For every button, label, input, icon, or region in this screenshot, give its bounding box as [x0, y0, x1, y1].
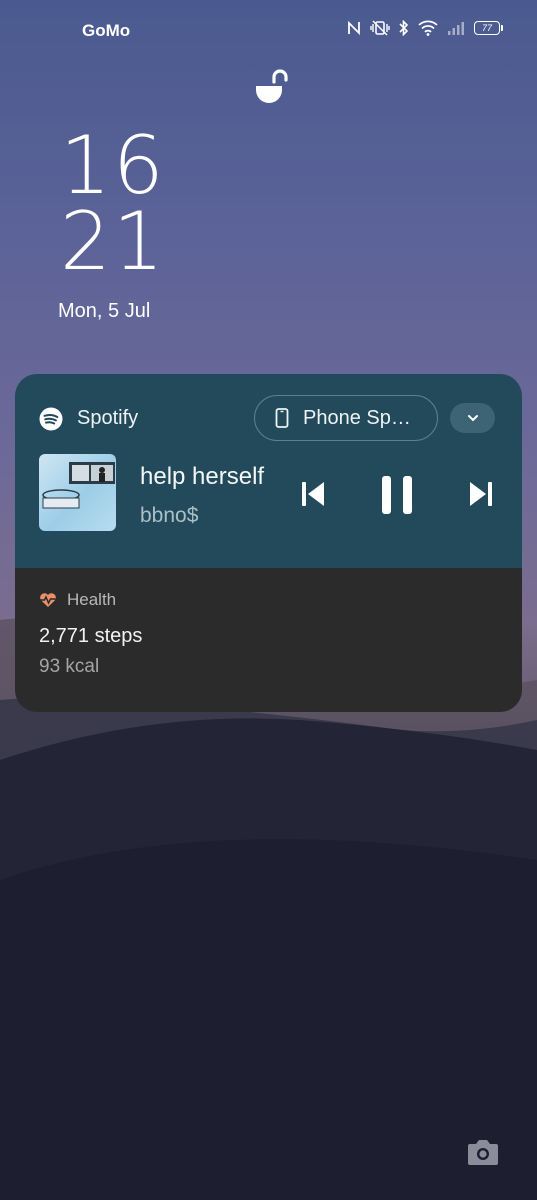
health-widget[interactable]: Health 2,771 steps 93 kcal — [15, 568, 522, 712]
expand-button[interactable] — [450, 403, 495, 433]
spotify-logo-icon — [39, 407, 63, 431]
vibrate-icon — [370, 20, 390, 36]
output-device-label: Phone Sp… — [303, 406, 411, 429]
next-icon[interactable] — [468, 480, 494, 508]
chevron-down-icon — [467, 415, 478, 422]
steps-count: 2,771 steps — [39, 625, 143, 647]
album-art — [39, 454, 116, 531]
bluetooth-icon — [399, 20, 409, 36]
status-bar: GoMo 77 — [0, 0, 537, 60]
carrier-name: GoMo — [82, 21, 131, 40]
media-app-name: Spotify — [77, 407, 139, 429]
unlock-icon[interactable] — [254, 68, 290, 106]
battery-level: 77 — [474, 21, 500, 35]
media-player[interactable]: Spotify Phone Sp… help herself bbno$ — [15, 374, 522, 568]
signal-icon — [448, 22, 464, 35]
notification-card: Spotify Phone Sp… help herself bbno$ Hea… — [15, 374, 522, 712]
battery-icon: 77 — [474, 21, 503, 35]
clock-hour: 16 — [60, 119, 166, 212]
status-icons: 77 — [347, 20, 503, 36]
track-artist: bbno$ — [140, 504, 199, 527]
lockscreen-date: Mon, 5 Jul — [58, 300, 151, 322]
camera-icon[interactable] — [467, 1137, 499, 1167]
nfc-icon — [348, 20, 360, 36]
health-label: Health — [67, 590, 117, 609]
wifi-icon — [418, 20, 438, 36]
calories-count: 93 kcal — [39, 656, 100, 677]
previous-icon[interactable] — [300, 480, 326, 508]
phone-icon — [275, 408, 289, 428]
clock-minute: 21 — [60, 195, 166, 288]
track-title: help herself — [140, 463, 265, 490]
album-art-image — [42, 462, 115, 509]
pause-icon[interactable] — [380, 474, 414, 516]
heart-pulse-icon — [40, 593, 56, 607]
output-device-button[interactable]: Phone Sp… — [254, 395, 438, 441]
lockscreen-clock: 16 21 — [60, 119, 166, 288]
